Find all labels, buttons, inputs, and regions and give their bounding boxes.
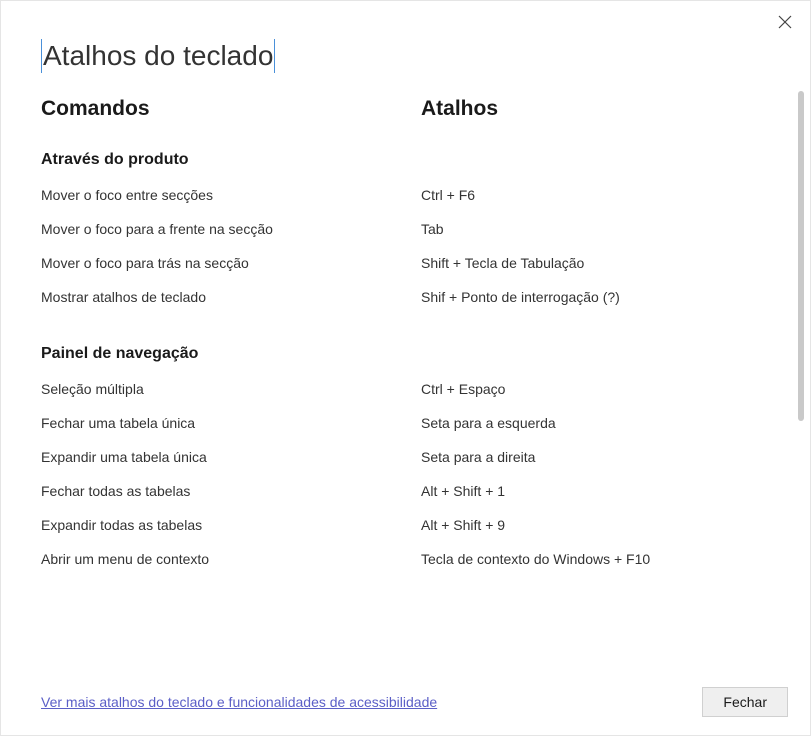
command-label: Fechar uma tabela única: [41, 415, 421, 431]
shortcut-row: Mover o foco para trás na secção Shift +…: [41, 255, 770, 271]
command-label: Mover o foco para trás na secção: [41, 255, 421, 271]
shortcut-label: Tecla de contexto do Windows + F10: [421, 551, 770, 567]
shortcut-label: Shift + Tecla de Tabulação: [421, 255, 770, 271]
command-label: Expandir todas as tabelas: [41, 517, 421, 533]
shortcut-row: Abrir um menu de contexto Tecla de conte…: [41, 551, 770, 567]
section-through-product: Através do produto Mover o foco entre se…: [41, 151, 770, 305]
command-label: Seleção múltipla: [41, 381, 421, 397]
shortcut-label: Seta para a esquerda: [421, 415, 770, 431]
shortcut-row: Fechar todas as tabelas Alt + Shift + 1: [41, 483, 770, 499]
shortcut-label: Alt + Shift + 9: [421, 517, 770, 533]
shortcut-row: Expandir uma tabela única Seta para a di…: [41, 449, 770, 465]
shortcut-row: Seleção múltipla Ctrl + Espaço: [41, 381, 770, 397]
shortcut-row: Expandir todas as tabelas Alt + Shift + …: [41, 517, 770, 533]
close-button[interactable]: Fechar: [702, 687, 788, 717]
shortcut-label: Ctrl + F6: [421, 187, 770, 203]
command-label: Mostrar atalhos de teclado: [41, 289, 421, 305]
shortcut-label: Tab: [421, 221, 770, 237]
column-headers: Comandos Atalhos: [41, 97, 770, 121]
shortcut-row: Mover o foco para a frente na secção Tab: [41, 221, 770, 237]
command-label: Abrir um menu de contexto: [41, 551, 421, 567]
more-shortcuts-link[interactable]: Ver mais atalhos do teclado e funcionali…: [41, 694, 437, 710]
column-header-shortcuts: Atalhos: [421, 97, 498, 121]
command-label: Mover o foco entre secções: [41, 187, 421, 203]
column-header-commands: Comandos: [41, 97, 421, 121]
shortcut-label: Seta para a direita: [421, 449, 770, 465]
shortcut-label: Ctrl + Espaço: [421, 381, 770, 397]
section-navigation-panel: Painel de navegação Seleção múltipla Ctr…: [41, 345, 770, 567]
command-label: Mover o foco para a frente na secção: [41, 221, 421, 237]
scrollbar-thumb[interactable]: [798, 91, 804, 421]
shortcut-row: Mostrar atalhos de teclado Shif + Ponto …: [41, 289, 770, 305]
shortcut-label: Alt + Shift + 1: [421, 483, 770, 499]
shortcut-label: Shif + Ponto de interrogação (?): [421, 289, 770, 305]
command-label: Expandir uma tabela única: [41, 449, 421, 465]
shortcut-row: Mover o foco entre secções Ctrl + F6: [41, 187, 770, 203]
command-label: Fechar todas as tabelas: [41, 483, 421, 499]
dialog-title: Atalhos do teclado: [41, 39, 275, 73]
section-title: Painel de navegação: [41, 345, 770, 363]
shortcut-row: Fechar uma tabela única Seta para a esqu…: [41, 415, 770, 431]
dialog-content: Atalhos do teclado Comandos Atalhos Atra…: [1, 1, 810, 671]
section-title: Através do produto: [41, 151, 770, 169]
dialog-footer: Ver mais atalhos do teclado e funcionali…: [1, 673, 810, 735]
